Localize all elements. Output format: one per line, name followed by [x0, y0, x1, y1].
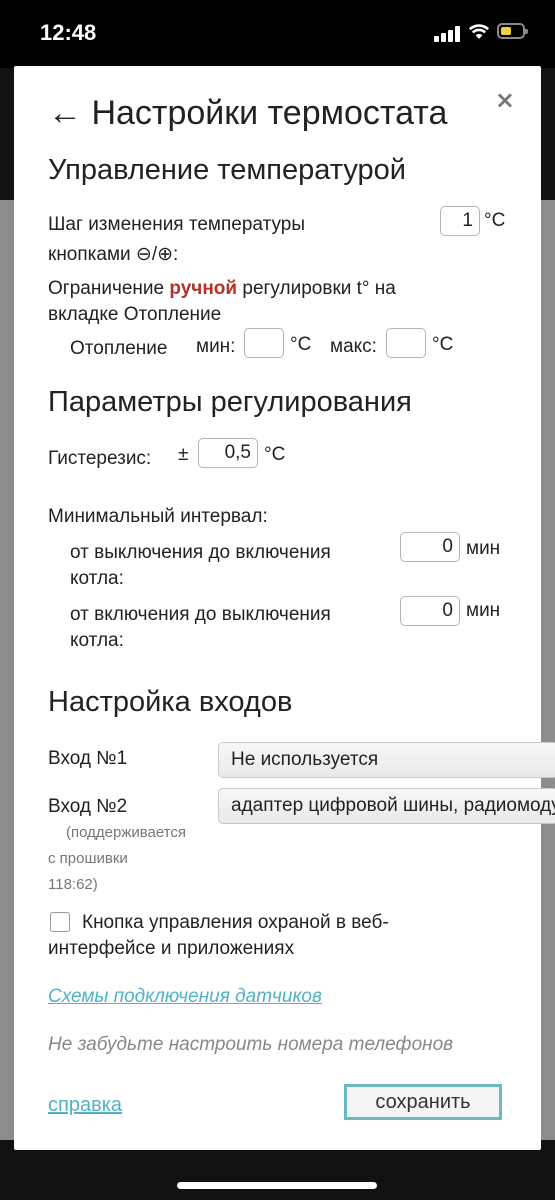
min-label: мин:: [196, 336, 236, 357]
on-off-label-boiler: котла:: [70, 630, 124, 651]
input2-note-supported: (поддерживается: [66, 824, 187, 841]
limit-label: Ограничение ручной регулировки t° на: [48, 278, 396, 299]
phones-reminder-note: Не забудьте настроить номера телефонов: [48, 1034, 454, 1055]
input1-select[interactable]: Не используется: [218, 742, 555, 778]
wifi-icon: [468, 24, 490, 39]
status-time: 12:48: [40, 20, 97, 45]
step-unit: °C: [484, 210, 506, 231]
input2-note-firmware: с прошивки: [48, 850, 128, 867]
hysteresis-input[interactable]: [198, 438, 258, 468]
on-off-unit: мин: [466, 600, 501, 621]
heating-max-input[interactable]: [386, 328, 426, 358]
heating-min-input[interactable]: [244, 328, 284, 358]
security-checkbox-label-2: интерфейсе и приложениях: [48, 938, 295, 959]
home-indicator: [177, 1182, 377, 1189]
step-label-buttons: кнопками ⊖/⊕:: [48, 244, 179, 265]
on-off-label: от включения до выключения: [70, 604, 331, 625]
input2-select[interactable]: адаптер цифровой шины, радиомодуль: [218, 788, 555, 824]
temperature-step-input[interactable]: [440, 206, 480, 236]
hysteresis-label: Гистерезис:: [48, 448, 152, 469]
sensor-schemes-link[interactable]: Схемы подключения датчиков: [48, 986, 322, 1008]
save-button[interactable]: сохранить: [344, 1084, 502, 1120]
off-to-on-interval-input[interactable]: [400, 532, 460, 562]
on-to-off-interval-input[interactable]: [400, 596, 460, 626]
step-label: Шаг изменения температуры: [48, 214, 305, 235]
hysteresis-unit: °C: [264, 444, 286, 465]
off-on-unit: мин: [466, 538, 501, 559]
input1-label: Вход №1: [48, 748, 128, 769]
security-checkbox-label: Кнопка управления охраной в веб-: [82, 912, 389, 933]
help-link[interactable]: справка: [48, 1094, 122, 1117]
cellular-signal-icon: [434, 26, 460, 42]
min-unit: °C: [290, 334, 312, 355]
off-on-label-boiler: котла:: [70, 568, 124, 589]
close-icon[interactable]: ×: [495, 88, 515, 112]
battery-icon: [497, 23, 528, 39]
section-temperature-heading: Управление температурой: [48, 154, 406, 186]
plus-minus-sign: ±: [178, 444, 189, 465]
heating-label: Отопление: [70, 338, 168, 359]
section-regulation-heading: Параметры регулирования: [48, 386, 412, 418]
min-interval-label: Минимальный интервал:: [48, 506, 268, 527]
status-bar: 12:48: [0, 0, 555, 68]
thermostat-settings-dialog: × ← Настройки термостата Управление темп…: [14, 66, 555, 1150]
max-unit: °C: [432, 334, 454, 355]
section-inputs-heading: Настройка входов: [48, 686, 293, 718]
security-button-checkbox[interactable]: [50, 912, 70, 932]
limit-manual-word: ручной: [169, 278, 238, 299]
limit-label-tab: вкладке Отопление: [48, 304, 222, 325]
max-label: макс:: [330, 336, 377, 357]
dialog-title[interactable]: ← Настройки термостата: [48, 94, 447, 133]
input2-label: Вход №2: [48, 796, 128, 817]
input2-note-version: 118:62): [48, 876, 98, 893]
off-on-label: от выключения до включения: [70, 542, 331, 563]
